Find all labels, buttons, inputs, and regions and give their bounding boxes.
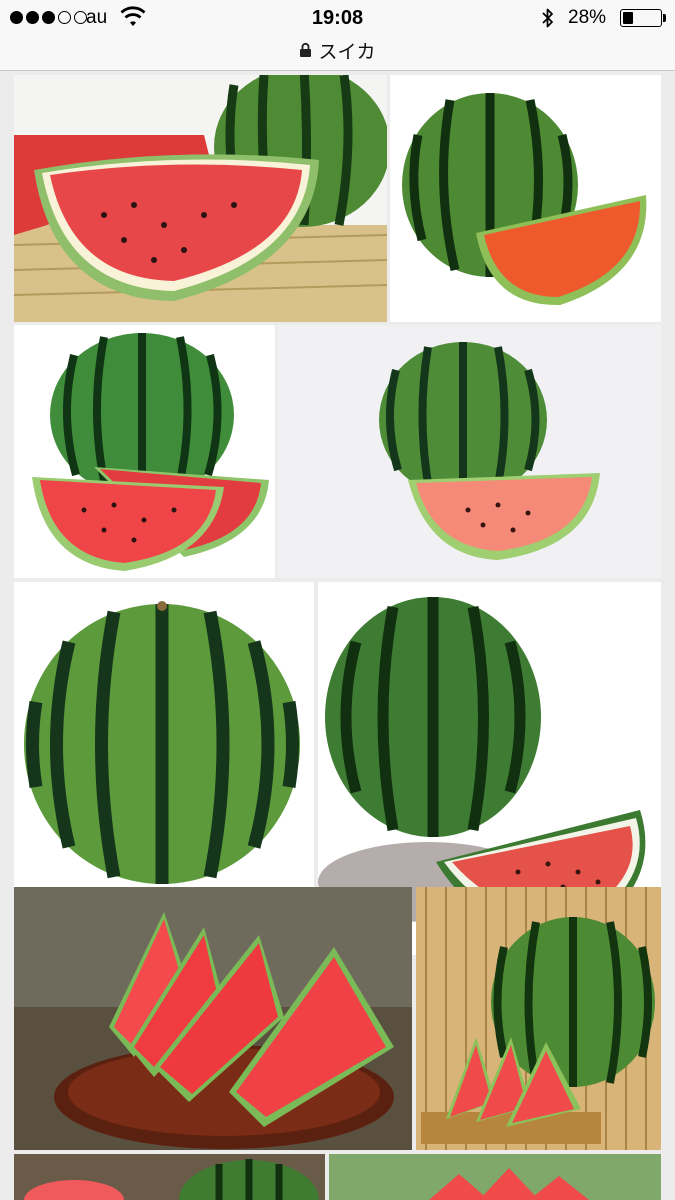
- watermelon-image: [278, 325, 661, 578]
- status-bar: au 19:08 28%: [0, 0, 675, 36]
- watermelon-image: [14, 325, 275, 578]
- battery-percent: 28%: [568, 7, 607, 28]
- bluetooth-icon: [542, 8, 553, 28]
- watermelon-image: [329, 1154, 661, 1200]
- image-result[interactable]: [278, 325, 661, 578]
- battery-icon: [620, 9, 662, 27]
- battery-nub: [663, 14, 666, 22]
- address-display[interactable]: スイカ: [0, 36, 675, 64]
- page-title: スイカ: [318, 41, 376, 63]
- image-result[interactable]: [14, 325, 275, 578]
- watermelon-image: [390, 75, 661, 322]
- image-result[interactable]: [14, 1154, 325, 1200]
- lock-icon: [300, 42, 312, 57]
- watermelon-image: [416, 887, 661, 1150]
- image-result[interactable]: [390, 75, 661, 322]
- image-result[interactable]: [329, 1154, 661, 1200]
- address-bar[interactable]: スイカ: [0, 36, 675, 71]
- image-results-grid: [0, 72, 675, 1200]
- image-result[interactable]: [14, 75, 387, 322]
- watermelon-image: [14, 1154, 325, 1200]
- battery-level-fill: [623, 12, 633, 24]
- watermelon-image: [14, 887, 412, 1150]
- watermelon-image: [14, 75, 387, 322]
- image-result[interactable]: [14, 887, 412, 1150]
- image-result[interactable]: [416, 887, 661, 1150]
